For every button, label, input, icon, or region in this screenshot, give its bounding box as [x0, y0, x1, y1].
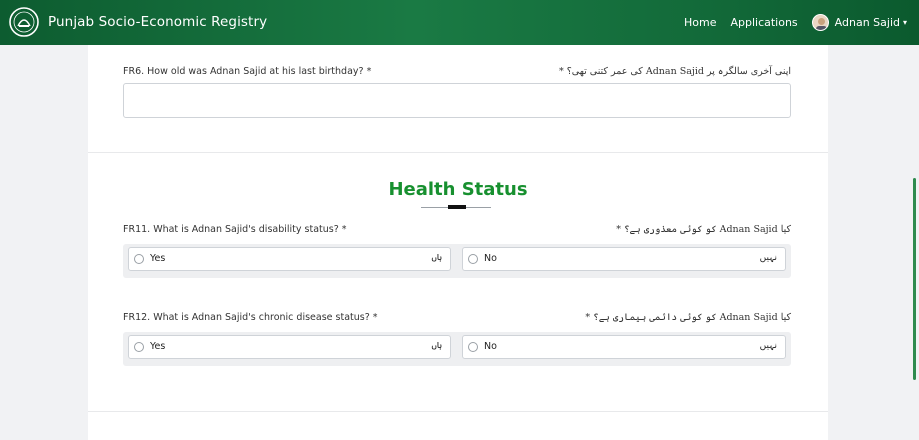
question-fr6-text: FR6. How old was Adnan Sajid at his last… [123, 66, 364, 77]
question-fr12-label: FR12. What is Adnan Sajid's chronic dise… [123, 312, 378, 323]
question-fr11-label: FR11. What is Adnan Sajid's disability s… [123, 224, 347, 235]
punjab-logo-icon[interactable] [8, 6, 40, 38]
required-marker: * [341, 224, 347, 235]
nav-link-applications[interactable]: Applications [730, 16, 797, 29]
fr11-options: Yes ہاں No نہیں [123, 244, 791, 278]
fr12-options: Yes ہاں No نہیں [123, 332, 791, 366]
required-marker: * [366, 66, 372, 77]
fr12-option-no[interactable]: No نہیں [462, 335, 786, 359]
title-underline-accent [448, 205, 466, 209]
avatar [811, 14, 829, 31]
radio-icon[interactable] [134, 254, 144, 264]
option-label: No [484, 253, 497, 264]
divider [88, 152, 828, 153]
question-fr11-text: FR11. What is Adnan Sajid's disability s… [123, 224, 339, 235]
section-title: Health Status [388, 179, 528, 200]
radio-icon[interactable] [468, 254, 478, 264]
radio-icon[interactable] [134, 342, 144, 352]
question-fr6-urdu: اپنی آخری سالگرہ پر Adnan Sajid کی عمر ک… [559, 66, 791, 77]
nav-links: Home Applications Adnan Sajid ▾ [684, 0, 907, 45]
option-label: No [484, 341, 497, 352]
fr11-option-no[interactable]: No نہیں [462, 247, 786, 271]
question-fr6-label: FR6. How old was Adnan Sajid at his last… [123, 66, 371, 77]
scrollbar-thumb[interactable] [913, 178, 916, 380]
user-avatar-icon [815, 18, 827, 30]
fr12-option-yes[interactable]: Yes ہاں [128, 335, 451, 359]
option-label-urdu: ہاں [431, 341, 442, 351]
required-marker: * [372, 312, 378, 323]
option-label-urdu: ہاں [431, 253, 442, 263]
user-menu[interactable]: Adnan Sajid ▾ [811, 14, 907, 31]
age-input[interactable] [123, 83, 791, 118]
nav-link-home[interactable]: Home [684, 16, 716, 29]
option-label-urdu: نہیں [759, 341, 777, 351]
question-fr11-urdu: کیا Adnan Sajid کو کوئی معذوری ہے؟ * [616, 224, 791, 235]
radio-icon[interactable] [468, 342, 478, 352]
user-name: Adnan Sajid [834, 16, 900, 29]
divider [88, 411, 828, 412]
question-fr12-urdu: کیا Adnan Sajid کو کوئی دائمی بیماری ہے؟… [585, 312, 791, 323]
chevron-down-icon: ▾ [902, 18, 907, 27]
option-label: Yes [150, 253, 166, 264]
question-fr12-text: FR12. What is Adnan Sajid's chronic dise… [123, 312, 370, 323]
option-label: Yes [150, 341, 166, 352]
top-navbar: Punjab Socio-Economic Registry Home Appl… [0, 0, 919, 45]
form-card: FR6. How old was Adnan Sajid at his last… [88, 45, 828, 440]
fr11-option-yes[interactable]: Yes ہاں [128, 247, 451, 271]
brand-title[interactable]: Punjab Socio-Economic Registry [48, 14, 267, 30]
option-label-urdu: نہیں [759, 253, 777, 263]
